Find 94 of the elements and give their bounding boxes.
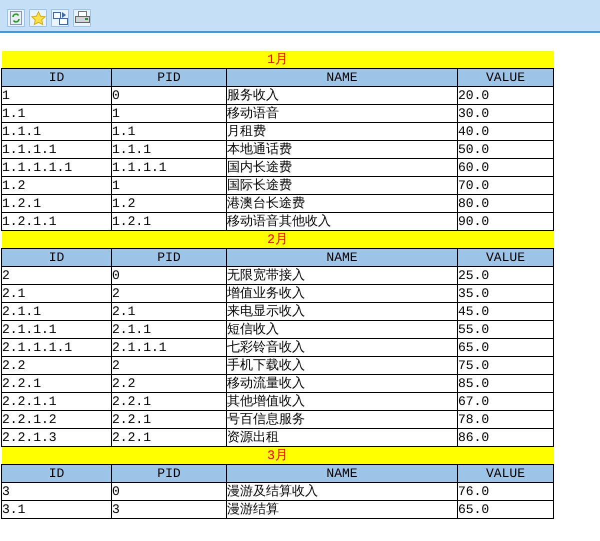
column-header: PID: [112, 464, 226, 482]
column-header: VALUE: [458, 248, 554, 266]
table-cell: 1: [112, 104, 226, 122]
table-cell: 2: [2, 266, 112, 284]
table-cell: 2.2.1.1: [2, 392, 112, 410]
month-title: 3月: [2, 446, 554, 464]
star-icon: [30, 10, 46, 26]
table-cell: 其他增值收入: [226, 392, 458, 410]
table-cell: 1.1.1.1: [2, 140, 112, 158]
table-cell: 2.1: [112, 302, 226, 320]
table-cell: 移动流量收入: [226, 374, 458, 392]
table-cell: 漫游及结算收入: [226, 482, 458, 500]
table-cell: 七彩铃音收入: [226, 338, 458, 356]
table-cell: 3: [2, 482, 112, 500]
table-cell: 2.2.1: [112, 410, 226, 428]
table-cell: 港澳台长途费: [226, 194, 458, 212]
print-button[interactable]: [73, 9, 91, 27]
column-header: NAME: [226, 248, 458, 266]
table-cell: 70.0: [458, 176, 554, 194]
month-title: 1月: [2, 51, 554, 68]
table-cell: 3.1: [2, 500, 112, 518]
table-cell: 1.1.1.1.1: [2, 158, 112, 176]
column-header: VALUE: [458, 68, 554, 86]
table-cell: 40.0: [458, 122, 554, 140]
table-cell: 35.0: [458, 284, 554, 302]
table-cell: 2.2.1.2: [2, 410, 112, 428]
table-cell: 80.0: [458, 194, 554, 212]
table-cell: 1.1: [112, 122, 226, 140]
table-cell: 1.1: [2, 104, 112, 122]
column-header: ID: [2, 464, 112, 482]
table-cell: 0: [112, 482, 226, 500]
table-cell: 1.1.1: [2, 122, 112, 140]
table-cell: 2.2: [112, 374, 226, 392]
table-cell: 国内长途费: [226, 158, 458, 176]
table-cell: 0: [112, 86, 226, 104]
table-cell: 1.2.1: [2, 194, 112, 212]
refresh-button[interactable]: [7, 9, 25, 27]
table-cell: 月租费: [226, 122, 458, 140]
table-cell: 1.1.1.1: [112, 158, 226, 176]
table-cell: 0: [112, 266, 226, 284]
table-cell: 漫游结算: [226, 500, 458, 518]
table-cell: 2: [112, 356, 226, 374]
table-cell: 20.0: [458, 86, 554, 104]
table-cell: 1.1.1: [112, 140, 226, 158]
table-cell: 2.1.1: [112, 320, 226, 338]
table-cell: 75.0: [458, 356, 554, 374]
column-header: NAME: [226, 464, 458, 482]
column-header: VALUE: [458, 464, 554, 482]
column-header: PID: [112, 248, 226, 266]
table-cell: 2.1.1.1: [112, 338, 226, 356]
table-cell: 67.0: [458, 392, 554, 410]
table-cell: 移动语音: [226, 104, 458, 122]
table-cell: 无限宽带接入: [226, 266, 458, 284]
table-cell: 25.0: [458, 266, 554, 284]
column-header: PID: [112, 68, 226, 86]
table-cell: 本地通话费: [226, 140, 458, 158]
table-cell: 2.2.1: [2, 374, 112, 392]
table-cell: 78.0: [458, 410, 554, 428]
table-cell: 1.2: [112, 194, 226, 212]
export-button[interactable]: [51, 9, 69, 27]
table-cell: 2.1.1.1: [2, 320, 112, 338]
table-cell: 1: [2, 86, 112, 104]
table-cell: 2.2: [2, 356, 112, 374]
table-cell: 60.0: [458, 158, 554, 176]
table-cell: 65.0: [458, 500, 554, 518]
table-cell: 55.0: [458, 320, 554, 338]
table-cell: 短信收入: [226, 320, 458, 338]
table-cell: 1: [112, 176, 226, 194]
export-icon: [52, 11, 68, 25]
table-cell: 来电显示收入: [226, 302, 458, 320]
printer-icon: [74, 11, 90, 25]
table-cell: 30.0: [458, 104, 554, 122]
table-cell: 手机下载收入: [226, 356, 458, 374]
column-header: ID: [2, 248, 112, 266]
table-cell: 2.2.1: [112, 392, 226, 410]
table-cell: 2.1: [2, 284, 112, 302]
table-cell: 国际长途费: [226, 176, 458, 194]
table-cell: 85.0: [458, 374, 554, 392]
column-header: NAME: [226, 68, 458, 86]
table-cell: 服务收入: [226, 86, 458, 104]
table-cell: 2.1.1: [2, 302, 112, 320]
table-cell: 号百信息服务: [226, 410, 458, 428]
column-header: ID: [2, 68, 112, 86]
table-cell: 3: [112, 500, 226, 518]
table-cell: 76.0: [458, 482, 554, 500]
table-cell: 45.0: [458, 302, 554, 320]
table-cell: 2: [112, 284, 226, 302]
table-cell: 65.0: [458, 338, 554, 356]
refresh-icon: [10, 11, 22, 25]
table-cell: 50.0: [458, 140, 554, 158]
month-title: 2月: [2, 230, 554, 248]
table-cell: 2.1.1.1.1: [2, 338, 112, 356]
table-cell: 1.2: [2, 176, 112, 194]
table-cell: 增值业务收入: [226, 284, 458, 302]
